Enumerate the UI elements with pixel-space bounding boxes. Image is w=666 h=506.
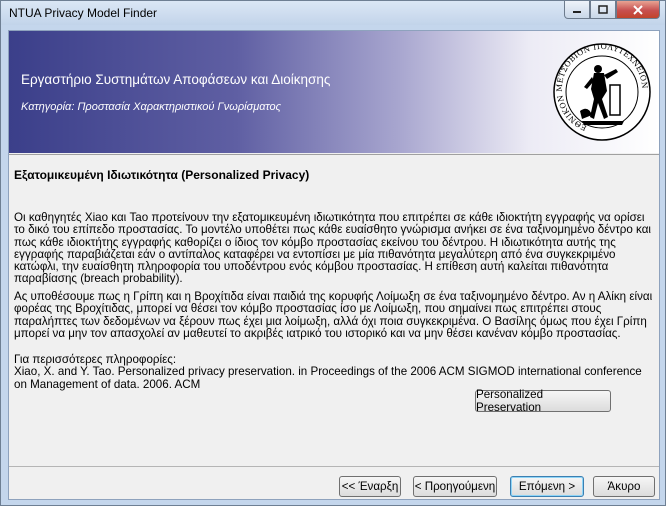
window-title: NTUA Privacy Model Finder — [9, 6, 158, 20]
title-bar[interactable]: NTUA Privacy Model Finder — [1, 1, 665, 25]
window-controls — [564, 1, 660, 19]
banner-divider — [9, 154, 659, 155]
ntua-seal-logo: ΕΘΝΙΚΟΝ ΜΕΤΣΟΒΙΟΝ ΠΟΛΥΤΕΧΝΕΙΟΝ — [553, 42, 651, 141]
start-button[interactable]: << Έναρξη — [339, 476, 401, 497]
wizard-panel: Εργαστήριο Συστημάτων Αποφάσεων και Διοί… — [8, 30, 660, 500]
next-button[interactable]: Επόμενη > — [510, 476, 584, 497]
footer-divider — [9, 466, 659, 467]
minimize-icon — [573, 10, 581, 13]
category-label: Κατηγορία: Προστασία Χαρακτηριστικού Γνω… — [21, 101, 281, 113]
maximize-button[interactable] — [590, 1, 616, 19]
page-heading: Εξατομικευμένη Ιδιωτικότητα (Personalize… — [14, 168, 310, 182]
application-window: NTUA Privacy Model Finder Εργαστήριο Συσ… — [0, 0, 666, 506]
cancel-button[interactable]: Άκυρο — [593, 476, 655, 497]
description-paragraph-2: Ας υποθέσουμε πως η Γρίπη και η Βροχίτιδ… — [14, 290, 653, 340]
reference-link-button[interactable]: Personalized Preservation — [475, 388, 611, 414]
close-icon — [633, 4, 643, 15]
references-section: Για περισσότερες πληροφορίες: Xiao, X. a… — [14, 353, 654, 391]
minimize-button[interactable] — [564, 1, 590, 19]
description-paragraph-1: Οι καθηγητές Xiao και Tao προτείνουν την… — [14, 211, 651, 286]
close-button[interactable] — [616, 1, 660, 19]
header-banner: Εργαστήριο Συστημάτων Αποφάσεων και Διοί… — [9, 31, 659, 153]
maximize-icon — [598, 5, 608, 14]
organization-title: Εργαστήριο Συστημάτων Αποφάσεων και Διοί… — [21, 72, 331, 87]
previous-button[interactable]: < Προηγούμενη — [413, 476, 497, 497]
